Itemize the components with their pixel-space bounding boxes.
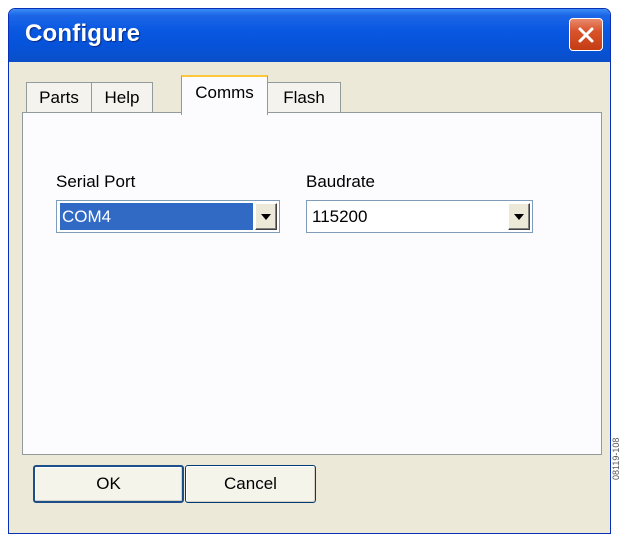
title-bar[interactable]: Configure (9, 9, 610, 62)
serial-port-label: Serial Port (56, 172, 136, 191)
chevron-down-icon (514, 213, 524, 220)
baudrate-label: Baudrate (306, 172, 375, 191)
tab-parts[interactable]: Parts (26, 82, 92, 113)
baudrate-value: 115200 (312, 207, 368, 226)
tab-flash[interactable]: Flash (267, 82, 341, 113)
close-icon (578, 27, 594, 42)
tab-help[interactable]: Help (91, 82, 153, 113)
chevron-down-icon (261, 213, 271, 220)
serial-port-select[interactable]: COM4 (56, 200, 280, 233)
baudrate-select[interactable]: 115200 (306, 200, 533, 233)
figure-code: 08119-108 (611, 437, 621, 480)
serial-port-dropdown-button[interactable] (255, 203, 277, 230)
ok-button[interactable]: OK (33, 465, 184, 503)
window-title: Configure (25, 20, 141, 47)
comms-panel: Serial Port COM4 Baudrate 115200 (22, 112, 602, 455)
tab-comms[interactable]: Comms (181, 75, 268, 115)
serial-port-value: COM4 (60, 203, 253, 230)
tab-control: Parts Help Comms Flash Serial Port COM4 … (22, 75, 602, 455)
configure-dialog: Configure Parts Help Comms Flash Serial … (8, 8, 611, 534)
cancel-button[interactable]: Cancel (185, 465, 316, 503)
baudrate-dropdown-button[interactable] (508, 203, 530, 230)
close-button[interactable] (569, 18, 603, 51)
